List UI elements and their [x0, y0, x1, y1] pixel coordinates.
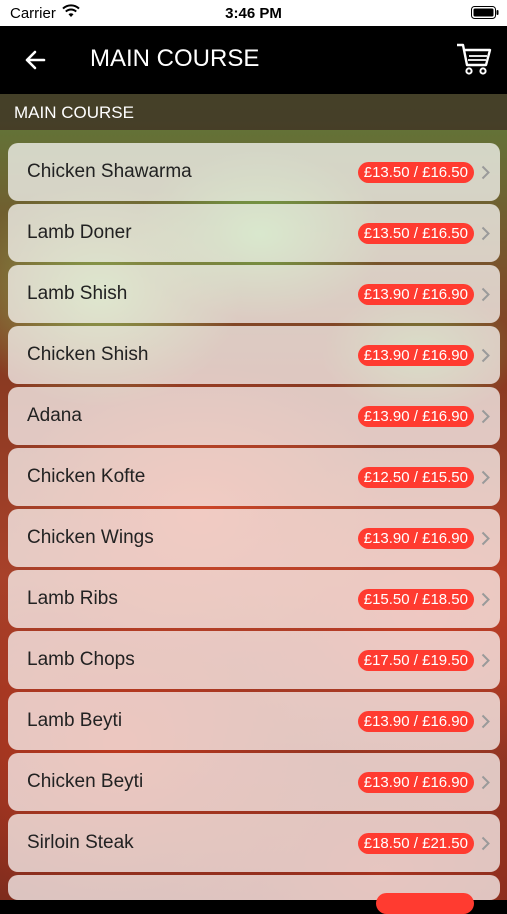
menu-item[interactable]: Lamb Beyti £13.90 / £16.90	[8, 692, 500, 750]
price-badge: £12.50 / £15.50	[357, 467, 474, 488]
menu-item[interactable]: Lamb Ribs £15.50 / £18.50	[8, 570, 500, 628]
chevron-right-icon	[481, 714, 490, 729]
menu-item[interactable]: Chicken Wings £13.90 / £16.90	[8, 509, 500, 567]
price-badge: £17.50 / £19.50	[357, 650, 474, 671]
price-badge: £13.90 / £16.90	[357, 528, 474, 549]
battery-icon	[471, 6, 499, 19]
chevron-right-icon	[481, 592, 490, 607]
back-arrow-icon[interactable]	[18, 42, 54, 78]
chevron-right-icon	[481, 775, 490, 790]
price-badge: £13.90 / £16.90	[357, 345, 474, 366]
chevron-right-icon	[481, 287, 490, 302]
price-badge: £13.50 / £16.50	[357, 223, 474, 244]
chevron-right-icon	[481, 226, 490, 241]
section-title: MAIN COURSE	[14, 103, 134, 122]
chevron-right-icon	[481, 409, 490, 424]
price-badge: £13.90 / £16.90	[357, 284, 474, 305]
item-name: Lamb Ribs	[27, 588, 118, 609]
price-badge: £13.50 / £16.50	[357, 162, 474, 183]
price-badge: £13.90 / £16.90	[357, 406, 474, 427]
page-title: MAIN COURSE	[90, 45, 260, 72]
item-name: Chicken Shish	[27, 344, 149, 365]
item-name: Adana	[27, 405, 82, 426]
price-badge: £18.50 / £21.50	[357, 833, 474, 854]
item-name: Chicken Beyti	[27, 771, 144, 792]
menu-item[interactable]: Lamb Chops £17.50 / £19.50	[8, 631, 500, 689]
chevron-right-icon	[481, 653, 490, 668]
chevron-right-icon	[481, 165, 490, 180]
status-bar: Carrier 3:46 PM	[0, 0, 507, 26]
price-badge: £13.90 / £16.90	[357, 772, 474, 793]
price-badge: £15.50 / £18.50	[357, 589, 474, 610]
item-name: Lamb Shish	[27, 283, 128, 304]
price-badge	[376, 893, 474, 914]
item-name: Lamb Beyti	[27, 710, 123, 731]
menu-item[interactable]: Chicken Shawarma £13.50 / £16.50	[8, 143, 500, 201]
item-name: Lamb Chops	[27, 649, 135, 670]
menu-item[interactable]: Chicken Shish £13.90 / £16.90	[8, 326, 500, 384]
menu-item[interactable]: Sirloin Steak £18.50 / £21.50	[8, 814, 500, 872]
item-name: Sirloin Steak	[27, 832, 134, 853]
menu-item-partial[interactable]	[8, 875, 500, 914]
item-name: Chicken Wings	[27, 527, 154, 548]
chevron-right-icon	[481, 531, 490, 546]
navigation-bar: MAIN COURSE	[0, 26, 507, 94]
menu-item[interactable]: Chicken Kofte £12.50 / £15.50	[8, 448, 500, 506]
menu-item[interactable]: Adana £13.90 / £16.90	[8, 387, 500, 445]
item-name: Lamb Doner	[27, 222, 132, 243]
clock: 3:46 PM	[225, 5, 282, 22]
chevron-right-icon	[481, 348, 490, 363]
menu-item[interactable]: Lamb Doner £13.50 / £16.50	[8, 204, 500, 262]
price-badge: £13.90 / £16.90	[357, 711, 474, 732]
item-name: Chicken Kofte	[27, 466, 146, 487]
section-header: MAIN COURSE	[0, 94, 507, 130]
chevron-right-icon	[481, 470, 490, 485]
cart-icon[interactable]	[455, 40, 493, 78]
menu-item[interactable]: Chicken Beyti £13.90 / £16.90	[8, 753, 500, 811]
item-name: Chicken Shawarma	[27, 161, 192, 182]
menu-item[interactable]: Lamb Shish £13.90 / £16.90	[8, 265, 500, 323]
chevron-right-icon	[481, 836, 490, 851]
